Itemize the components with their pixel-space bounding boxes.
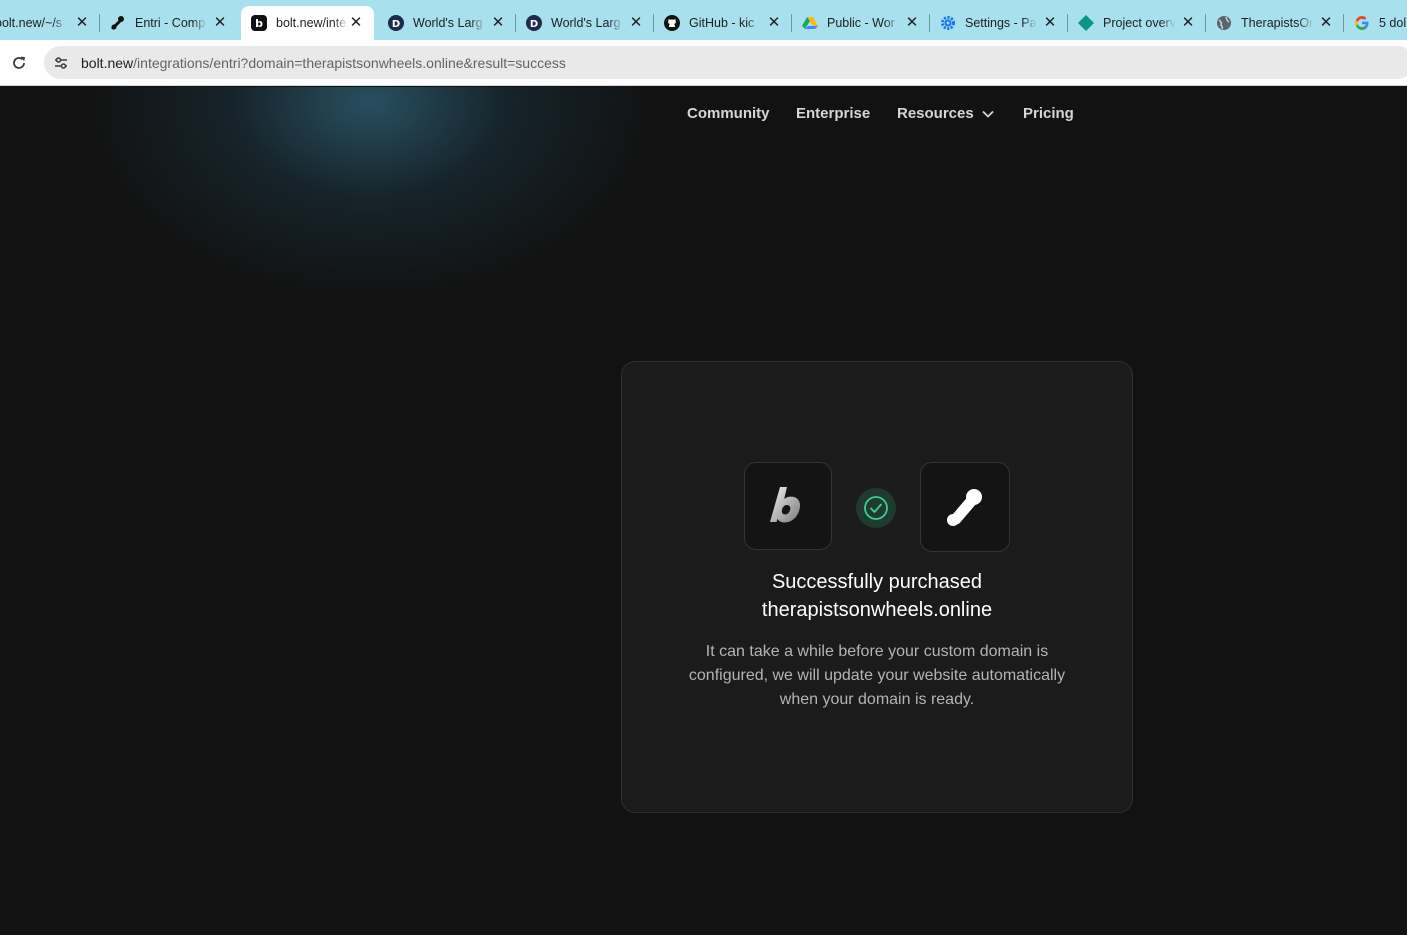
chevron-down-icon [981, 109, 995, 119]
close-icon[interactable]: ✕ [1318, 15, 1334, 31]
address-bar[interactable]: bolt.new/integrations/entri?domain=thera… [44, 46, 1407, 79]
browser-tab[interactable]: GitHub - kic ✕ [654, 6, 792, 40]
site-settings-icon[interactable] [52, 54, 70, 72]
bolt-icon: b [251, 15, 267, 31]
purchased-domain: therapistsonwheels.online [761, 599, 993, 621]
d-icon: D [526, 15, 542, 31]
github-icon [664, 15, 680, 31]
drive-icon [802, 15, 818, 31]
page-content: Community Enterprise Resources Pricing S… [0, 87, 1407, 935]
browser-toolbar: bolt.new/integrations/entri?domain=thera… [0, 40, 1407, 86]
browser-tab[interactable]: 5 dol [1344, 6, 1407, 40]
tab-title: World's Larg [413, 16, 483, 30]
entri-icon [110, 15, 126, 31]
url-text[interactable]: bolt.new/integrations/entri?domain=thera… [81, 55, 566, 71]
browser-tab[interactable]: Public - Wor ✕ [792, 6, 930, 40]
close-icon[interactable]: ✕ [74, 15, 90, 31]
close-icon[interactable]: ✕ [1042, 15, 1058, 31]
browser-tab-active[interactable]: b bolt.new/inte ✕ [241, 6, 374, 40]
gear-icon [940, 15, 956, 31]
nav-enterprise-link[interactable]: Enterprise [796, 105, 870, 122]
tab-title: Entri - Comp [135, 16, 206, 30]
browser-tab[interactable]: D World's Larg ✕ [516, 6, 654, 40]
success-card: Successfully purchased therapistsonwheel… [621, 361, 1133, 813]
nav-pricing-link[interactable]: Pricing [1023, 105, 1074, 122]
close-icon[interactable]: ✕ [628, 15, 644, 31]
tab-title: Settings - Pa [965, 16, 1037, 30]
tab-title: Public - Wor [827, 16, 895, 30]
reload-icon[interactable] [8, 52, 30, 74]
success-check-icon [856, 488, 896, 528]
svg-text:b: b [255, 17, 263, 30]
browser-tab[interactable]: Settings - Pa ✕ [930, 6, 1068, 40]
close-icon[interactable]: ✕ [1180, 15, 1196, 31]
tab-title: TherapistsOr [1241, 16, 1313, 30]
browser-tab[interactable]: Entri - Comp ✕ [100, 6, 238, 40]
close-icon[interactable]: ✕ [212, 15, 228, 31]
tab-title: bolt.new/inte [276, 16, 347, 30]
svg-text:D: D [392, 19, 400, 30]
browser-tabstrip: b bolt.new/~/s ✕ Entri - Comp ✕ b bolt.n… [0, 0, 1407, 40]
close-icon[interactable]: ✕ [490, 15, 506, 31]
globe-icon [1216, 15, 1232, 31]
d-icon: D [388, 15, 404, 31]
google-icon [1354, 15, 1370, 31]
nav-resources-label: Resources [897, 105, 974, 122]
browser-tab[interactable]: Project overv ✕ [1068, 6, 1206, 40]
url-host: bolt.new [81, 55, 134, 71]
close-icon[interactable]: ✕ [904, 15, 920, 31]
browser-tab[interactable]: b bolt.new/~/s ✕ [0, 6, 100, 40]
nav-community-link[interactable]: Community [687, 105, 770, 122]
bolt-logo [744, 462, 832, 550]
close-icon[interactable]: ✕ [348, 15, 364, 31]
diamond-icon [1078, 15, 1094, 31]
browser-tab[interactable]: TherapistsOr ✕ [1206, 6, 1344, 40]
close-icon[interactable]: ✕ [766, 15, 782, 31]
success-heading-line1: Successfully purchased [771, 571, 983, 593]
entri-logo [920, 462, 1010, 552]
nav-resources-dropdown[interactable]: Resources [897, 105, 995, 122]
success-description: It can take a while before your custom d… [688, 643, 1066, 708]
svg-text:D: D [530, 19, 538, 30]
tab-title: Project overv [1103, 16, 1175, 30]
tab-title: GitHub - kic [689, 16, 755, 30]
success-heading: Successfully purchased therapistsonwheel… [622, 568, 1132, 624]
tab-title: World's Larg [551, 16, 621, 30]
url-path: /integrations/entri?domain=therapistsonw… [133, 55, 566, 71]
background-glow [90, 87, 650, 297]
tab-title: 5 dol [1379, 16, 1407, 30]
tab-title: bolt.new/~/s [0, 16, 63, 30]
browser-tab[interactable]: D World's Larg ✕ [378, 6, 516, 40]
